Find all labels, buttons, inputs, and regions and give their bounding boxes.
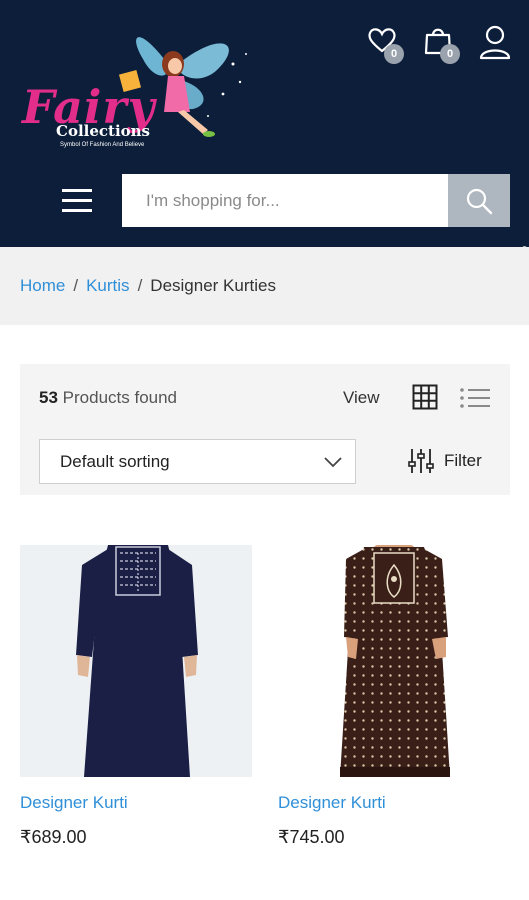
user-icon (479, 25, 511, 60)
wishlist-count-badge: 0 (384, 44, 404, 64)
filter-label: Filter (444, 451, 482, 470)
product-title-link[interactable]: Designer Kurti (20, 793, 252, 813)
list-icon (460, 388, 490, 408)
sort-dropdown[interactable]: Default sorting (39, 439, 356, 484)
products-found-label: Products found (62, 388, 178, 407)
site-header: Fairy Collections Symbol Of Fashion And … (0, 0, 529, 247)
view-label: View (343, 388, 380, 407)
account-button[interactable] (478, 24, 512, 62)
product-title-link[interactable]: Designer Kurti (278, 793, 510, 813)
products-count: 53 (39, 388, 58, 407)
logo-tagline: Symbol Of Fashion And Believe (60, 142, 145, 148)
chevron-down-icon (324, 457, 342, 468)
breadcrumb-kurtis-link[interactable]: Kurtis (86, 276, 129, 296)
cart-button[interactable]: 0 (422, 24, 460, 64)
breadcrumb-separator: / (137, 276, 143, 295)
product-card[interactable]: Designer Kurti ₹745.00 (278, 545, 510, 848)
navy-kurti-image (20, 545, 252, 777)
search-button[interactable] (448, 174, 510, 227)
breadcrumb-separator: / (73, 276, 79, 295)
product-price: ₹745.00 (278, 827, 345, 847)
sort-selected-value: Default sorting (60, 451, 170, 471)
hamburger-menu-icon (62, 189, 92, 192)
product-card[interactable]: Designer Kurti ₹689.00 (20, 545, 252, 848)
sliders-icon (408, 449, 434, 473)
breadcrumb-current: Designer Kurties (150, 276, 276, 295)
hamburger-menu-button[interactable] (60, 186, 94, 216)
grid-view-button[interactable] (412, 384, 438, 410)
product-price: ₹689.00 (20, 827, 87, 847)
list-view-button[interactable] (459, 386, 491, 410)
breadcrumb: Home / Kurtis / Designer Kurties (0, 247, 529, 325)
product-image[interactable] (20, 545, 252, 777)
product-image[interactable] (278, 545, 510, 777)
search-input[interactable] (122, 174, 448, 227)
wishlist-button[interactable]: 0 (366, 24, 404, 64)
grid-icon (412, 384, 438, 410)
shop-toolbar: 53 Products found View Default sorting F… (20, 364, 510, 495)
fairy-collections-logo[interactable]: Fairy Collections Symbol Of Fashion And … (18, 24, 253, 164)
brown-kurti-image (278, 545, 510, 777)
logo-sub-text: Collections (56, 122, 150, 140)
breadcrumb-home-link[interactable]: Home (20, 276, 65, 296)
filter-button[interactable]: Filter (408, 446, 482, 476)
products-found-text: 53 Products found (39, 388, 177, 408)
cart-count-badge: 0 (440, 44, 460, 64)
search-icon (466, 188, 493, 214)
